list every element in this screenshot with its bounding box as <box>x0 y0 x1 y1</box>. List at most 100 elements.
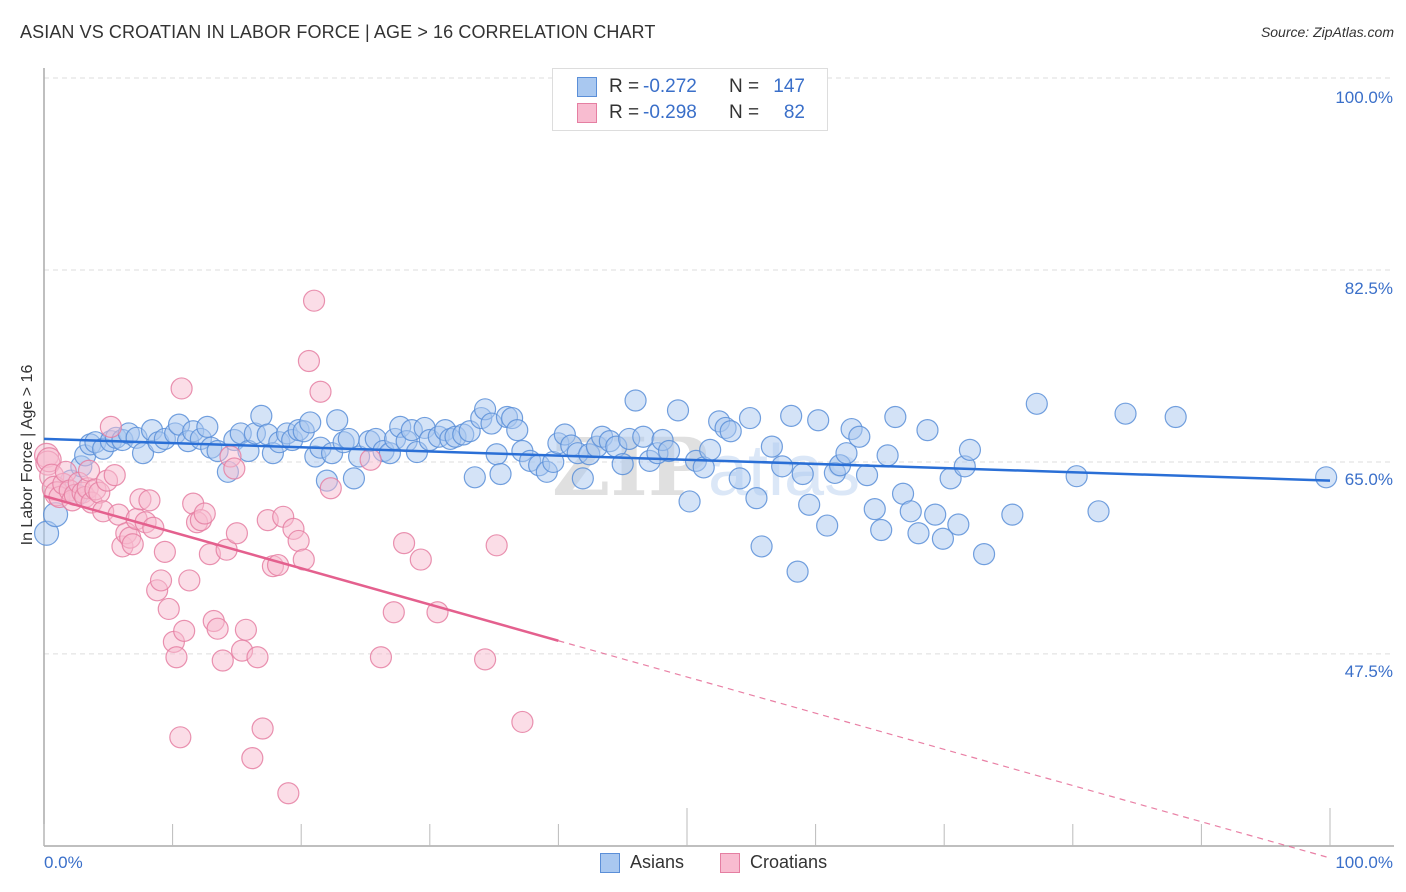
asians-point <box>876 444 899 467</box>
croatians-point <box>309 380 332 403</box>
asians-point <box>1087 500 1110 523</box>
asians-point <box>678 490 701 513</box>
croatians-point <box>473 648 497 671</box>
legend-item-asians[interactable]: Asians <box>600 852 684 873</box>
asians-point <box>750 535 773 558</box>
croatians-point <box>153 540 176 564</box>
croatians-point <box>103 464 126 487</box>
croatians-trend-line-solid <box>43 494 559 642</box>
asians-point <box>899 500 922 523</box>
y-tick-label: 82.5% <box>1344 279 1393 298</box>
croatians-point <box>121 533 144 556</box>
scatter-chart: ZIPatlas <box>33 68 1394 859</box>
croatians-point <box>485 534 508 557</box>
croatians-point <box>302 289 326 312</box>
legend-item-croatians[interactable]: Croatians <box>720 852 827 873</box>
asians-point <box>699 438 722 461</box>
croatians-point <box>297 349 321 373</box>
asians-point <box>807 409 830 432</box>
asians-point <box>1315 466 1338 489</box>
croatians-points <box>33 289 534 805</box>
croatians-point <box>157 597 180 621</box>
croatians-point <box>225 522 248 545</box>
asians-swatch <box>600 852 620 873</box>
asians-point <box>250 404 273 427</box>
croatians-point <box>149 569 173 592</box>
correlation-legend: R = -0.272 N = 147 R = -0.298 N = 82 <box>552 68 828 131</box>
croatians-point <box>169 726 192 749</box>
asians-point <box>1025 392 1048 415</box>
asians-point <box>816 514 839 537</box>
asians-point <box>463 466 486 489</box>
croatians-point <box>382 601 405 624</box>
asians-point <box>848 425 871 448</box>
r-value: -0.298 <box>643 102 697 123</box>
croatians-point <box>287 529 310 553</box>
asians-point <box>972 542 996 566</box>
asians-point <box>506 419 529 442</box>
asians-point <box>870 518 893 542</box>
croatians-point <box>211 649 234 672</box>
r-label: R = <box>609 76 640 97</box>
asians-point <box>907 522 930 545</box>
n-label: N = <box>729 102 760 123</box>
croatians-point <box>173 619 196 642</box>
r-label: R = <box>609 102 640 123</box>
x-tick-label-max: 100.0% <box>1335 853 1393 872</box>
series-legend: Asians Croatians <box>600 852 863 873</box>
croatians-point <box>246 646 269 669</box>
croatians-point <box>193 502 216 525</box>
n-label: N = <box>729 76 760 97</box>
asians-point <box>299 411 322 434</box>
asians-point <box>791 462 814 486</box>
y-tick-label: 65.0% <box>1344 470 1393 489</box>
legend-row-asians: R = -0.272 N = 147 <box>577 74 805 100</box>
asians-point <box>1114 402 1137 425</box>
asians-point <box>924 503 947 526</box>
croatians-point <box>99 415 122 438</box>
asians-point <box>760 435 783 458</box>
x-tick-label-min: 0.0% <box>44 853 83 872</box>
asians-point <box>1164 405 1187 429</box>
asians-point <box>719 420 742 443</box>
asians-point <box>884 405 907 429</box>
asians-point <box>786 560 809 583</box>
asians-point <box>780 404 803 427</box>
croatians-point <box>251 717 274 740</box>
asians-point <box>489 462 512 486</box>
croatians-point <box>170 377 193 400</box>
croatians-point <box>138 489 161 512</box>
croatians-point <box>206 617 229 640</box>
y-tick-label: 47.5% <box>1344 662 1393 681</box>
asians-point <box>342 467 366 490</box>
asians-point <box>666 399 690 422</box>
asians-point <box>196 415 219 438</box>
asians-point <box>728 467 751 490</box>
n-value: 147 <box>773 76 805 97</box>
croatians-point <box>178 569 201 592</box>
r-value: -0.272 <box>643 76 697 97</box>
y-tick-label: 100.0% <box>1335 88 1393 107</box>
croatians-swatch <box>577 103 597 123</box>
croatians-point <box>223 457 246 480</box>
croatians-point <box>392 532 416 555</box>
croatians-point <box>511 710 534 734</box>
croatians-point <box>369 646 393 669</box>
asians-point <box>1065 465 1088 488</box>
croatians-point <box>241 747 264 770</box>
croatians-point <box>165 646 188 669</box>
asians-point <box>326 409 349 432</box>
legend-row-croatians: R = -0.298 N = 82 <box>577 100 805 126</box>
croatians-swatch <box>720 852 741 873</box>
asians-point <box>738 406 762 430</box>
asians-point <box>916 419 939 442</box>
asians-point <box>958 438 982 461</box>
asians-point <box>624 389 647 412</box>
grid-lines <box>44 77 1394 655</box>
asians-point <box>798 493 821 516</box>
y-axis-title: In Labor Force | Age > 16 <box>19 364 36 546</box>
asians-point <box>863 498 886 521</box>
legend-label: Asians <box>630 852 685 872</box>
n-value: 82 <box>783 102 805 123</box>
asians-point <box>947 513 970 536</box>
